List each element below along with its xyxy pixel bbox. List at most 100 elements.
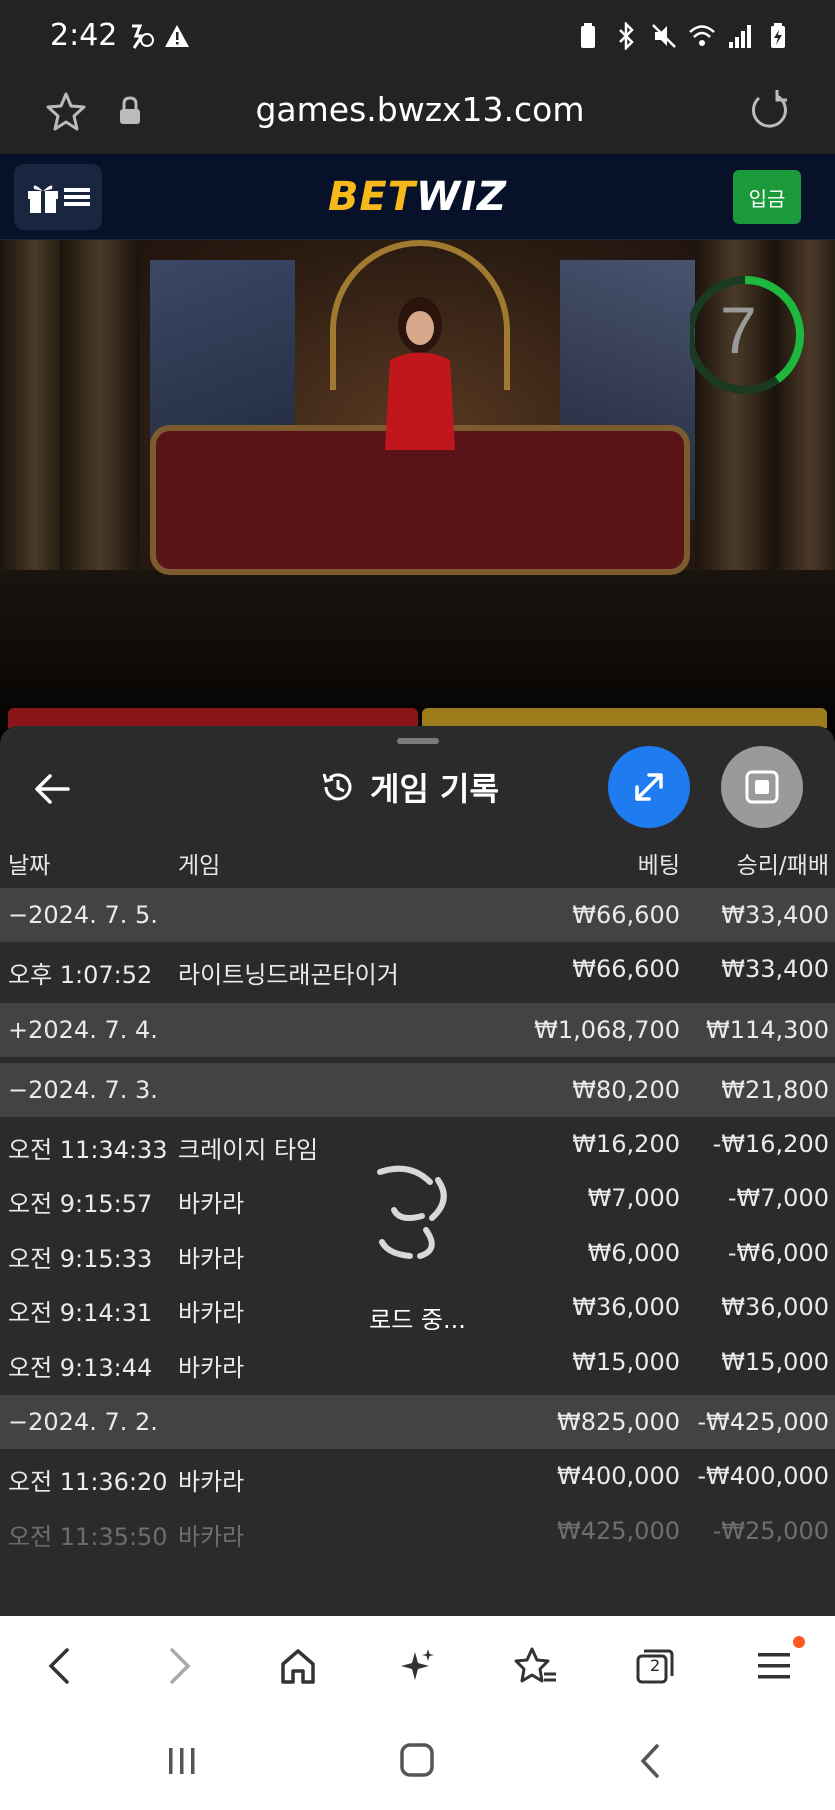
browser-url-bar: games.bwzx13.com bbox=[0, 72, 835, 154]
nav-forward-button[interactable] bbox=[119, 1616, 238, 1716]
row-game: 바카라 bbox=[178, 1468, 245, 1496]
row-bet: ₩400,000 bbox=[557, 1462, 680, 1490]
nav-ai-button[interactable] bbox=[357, 1616, 476, 1716]
column-header-result[interactable]: 승리/패배 bbox=[737, 846, 829, 880]
row-bet: ₩66,600 bbox=[572, 901, 680, 929]
expand-icon bbox=[635, 773, 663, 801]
row-bet: ₩15,000 bbox=[572, 1347, 680, 1376]
row-result: -₩400,000 bbox=[697, 1462, 829, 1490]
live-dealer-video[interactable]: 7 bbox=[0, 240, 835, 730]
history-icon bbox=[322, 773, 352, 801]
logo-wiz: WIZ bbox=[416, 174, 508, 220]
row-bet: ₩7,000 bbox=[587, 1184, 680, 1212]
date-group-row[interactable]: +2024. 7. 4. ₩1,068,700 ₩114,300 bbox=[0, 1002, 835, 1057]
countdown-timer-value: 7 bbox=[720, 293, 757, 367]
tabs-count: 2 bbox=[650, 1656, 661, 1675]
recent-apps-icon[interactable] bbox=[152, 1736, 212, 1786]
home-icon bbox=[280, 1649, 315, 1684]
date-group-row[interactable]: −2024. 7. 2. ₩825,000 -₩425,000 bbox=[0, 1395, 835, 1449]
warning-icon bbox=[165, 25, 189, 47]
nav-back-button[interactable] bbox=[0, 1616, 119, 1716]
row-result: -₩425,000 bbox=[697, 1408, 829, 1436]
minimize-button[interactable] bbox=[721, 746, 803, 828]
row-date: 오전 9:15:57 bbox=[8, 1190, 153, 1218]
signal-icon bbox=[729, 25, 751, 48]
reload-icon[interactable] bbox=[747, 88, 791, 134]
row-game: 바카라 bbox=[178, 1244, 245, 1273]
home-circle-icon[interactable] bbox=[387, 1736, 447, 1786]
nav-bookmarks-button[interactable] bbox=[476, 1616, 595, 1716]
call-notification-icon bbox=[132, 24, 154, 49]
row-bet: ₩80,200 bbox=[572, 1075, 680, 1104]
row-result: ₩21,800 bbox=[721, 1075, 829, 1104]
date-group-row[interactable]: −2024. 7. 3. ₩80,200 ₩21,800 bbox=[0, 1062, 835, 1117]
status-time: 2:42 bbox=[50, 18, 118, 53]
row-game: 바카라 bbox=[178, 1299, 245, 1327]
row-date: 오전 11:34:33 bbox=[8, 1135, 168, 1164]
expand-button[interactable] bbox=[608, 746, 690, 828]
column-header-bet[interactable]: 베팅 bbox=[638, 846, 680, 880]
sparkle-icon bbox=[400, 1649, 434, 1680]
history-row[interactable]: 오전 11:36:20 바카라 ₩400,000 -₩400,000 bbox=[0, 1449, 835, 1504]
browser-bottom-nav: 2 bbox=[0, 1616, 835, 1716]
stop-square-icon bbox=[745, 770, 779, 804]
nav-home-button[interactable] bbox=[238, 1616, 357, 1716]
row-bet: ₩16,200 bbox=[572, 1129, 680, 1158]
row-bet: ₩66,600 bbox=[572, 955, 680, 983]
panel-title-text: 게임 기록 bbox=[370, 770, 499, 808]
system-back-icon[interactable] bbox=[621, 1736, 681, 1786]
nav-menu-button[interactable] bbox=[714, 1616, 833, 1716]
row-date: −2024. 7. 5. bbox=[8, 901, 158, 929]
row-result: -₩16,200 bbox=[712, 1129, 829, 1158]
logo-bet: BET bbox=[327, 174, 417, 220]
row-date: −2024. 7. 3. bbox=[8, 1075, 158, 1104]
row-date: −2024. 7. 2. bbox=[8, 1408, 158, 1436]
row-result: ₩36,000 bbox=[721, 1293, 829, 1321]
row-result: ₩33,400 bbox=[721, 901, 829, 929]
row-result: -₩7,000 bbox=[727, 1184, 829, 1212]
chevron-right-icon bbox=[169, 1648, 190, 1684]
row-game: 바카라 bbox=[178, 1353, 245, 1382]
lock-icon[interactable] bbox=[118, 96, 142, 126]
row-bet: ₩1,068,700 bbox=[534, 1015, 680, 1044]
row-bet: ₩36,000 bbox=[572, 1293, 680, 1321]
row-game: 크레이지 타임 bbox=[178, 1135, 319, 1164]
deposit-button[interactable]: 입금 bbox=[733, 170, 801, 224]
loading-spinner-icon bbox=[377, 1165, 447, 1259]
tiger-bet-strip bbox=[422, 708, 827, 728]
url-text[interactable]: games.bwzx13.com bbox=[170, 90, 670, 129]
battery-saver-icon bbox=[581, 23, 595, 48]
bluetooth-icon bbox=[619, 22, 634, 50]
drag-handle[interactable] bbox=[397, 738, 439, 744]
battery-charging-icon bbox=[771, 23, 785, 48]
history-row[interactable]: 오후 1:07:52 라이트닝드래곤타이거 ₩66,600 ₩33,400 bbox=[0, 942, 835, 997]
row-game: 바카라 bbox=[178, 1190, 245, 1218]
row-date: 오전 9:13:44 bbox=[8, 1353, 153, 1382]
mute-icon bbox=[652, 24, 676, 48]
column-header-game[interactable]: 게임 bbox=[178, 846, 220, 880]
betwiz-logo[interactable]: BETWIZ bbox=[0, 174, 835, 220]
row-result: ₩15,000 bbox=[721, 1347, 829, 1376]
bookmark-star-icon[interactable] bbox=[44, 90, 88, 134]
row-date: 오후 1:07:52 bbox=[8, 961, 153, 989]
row-game: 라이트닝드래곤타이거 bbox=[178, 961, 399, 989]
back-arrow-icon[interactable] bbox=[30, 766, 76, 812]
row-date: 오전 9:15:33 bbox=[8, 1244, 153, 1273]
status-bar: 2:42 bbox=[0, 0, 835, 72]
row-bet: ₩825,000 bbox=[557, 1408, 680, 1436]
row-date: +2024. 7. 4. bbox=[8, 1015, 158, 1044]
nav-tabs-button[interactable]: 2 bbox=[595, 1616, 714, 1716]
row-result: -₩6,000 bbox=[727, 1238, 829, 1267]
menu-lines-icon bbox=[757, 1653, 790, 1679]
notification-dot bbox=[793, 1636, 805, 1648]
wifi-icon bbox=[689, 25, 715, 46]
row-date: 오전 11:36:20 bbox=[8, 1468, 168, 1496]
date-group-row[interactable]: −2024. 7. 5. ₩66,600 ₩33,400 bbox=[0, 888, 835, 942]
system-nav-bar bbox=[0, 1716, 835, 1810]
chevron-left-icon bbox=[48, 1648, 69, 1684]
history-row[interactable]: 오전 9:13:44 바카라 ₩15,000 ₩15,000 bbox=[0, 1335, 835, 1390]
row-result: ₩33,400 bbox=[721, 955, 829, 983]
bookmarks-star-icon bbox=[514, 1647, 556, 1683]
dragon-bet-strip bbox=[8, 708, 418, 728]
column-header-date[interactable]: 날짜 bbox=[8, 846, 50, 880]
